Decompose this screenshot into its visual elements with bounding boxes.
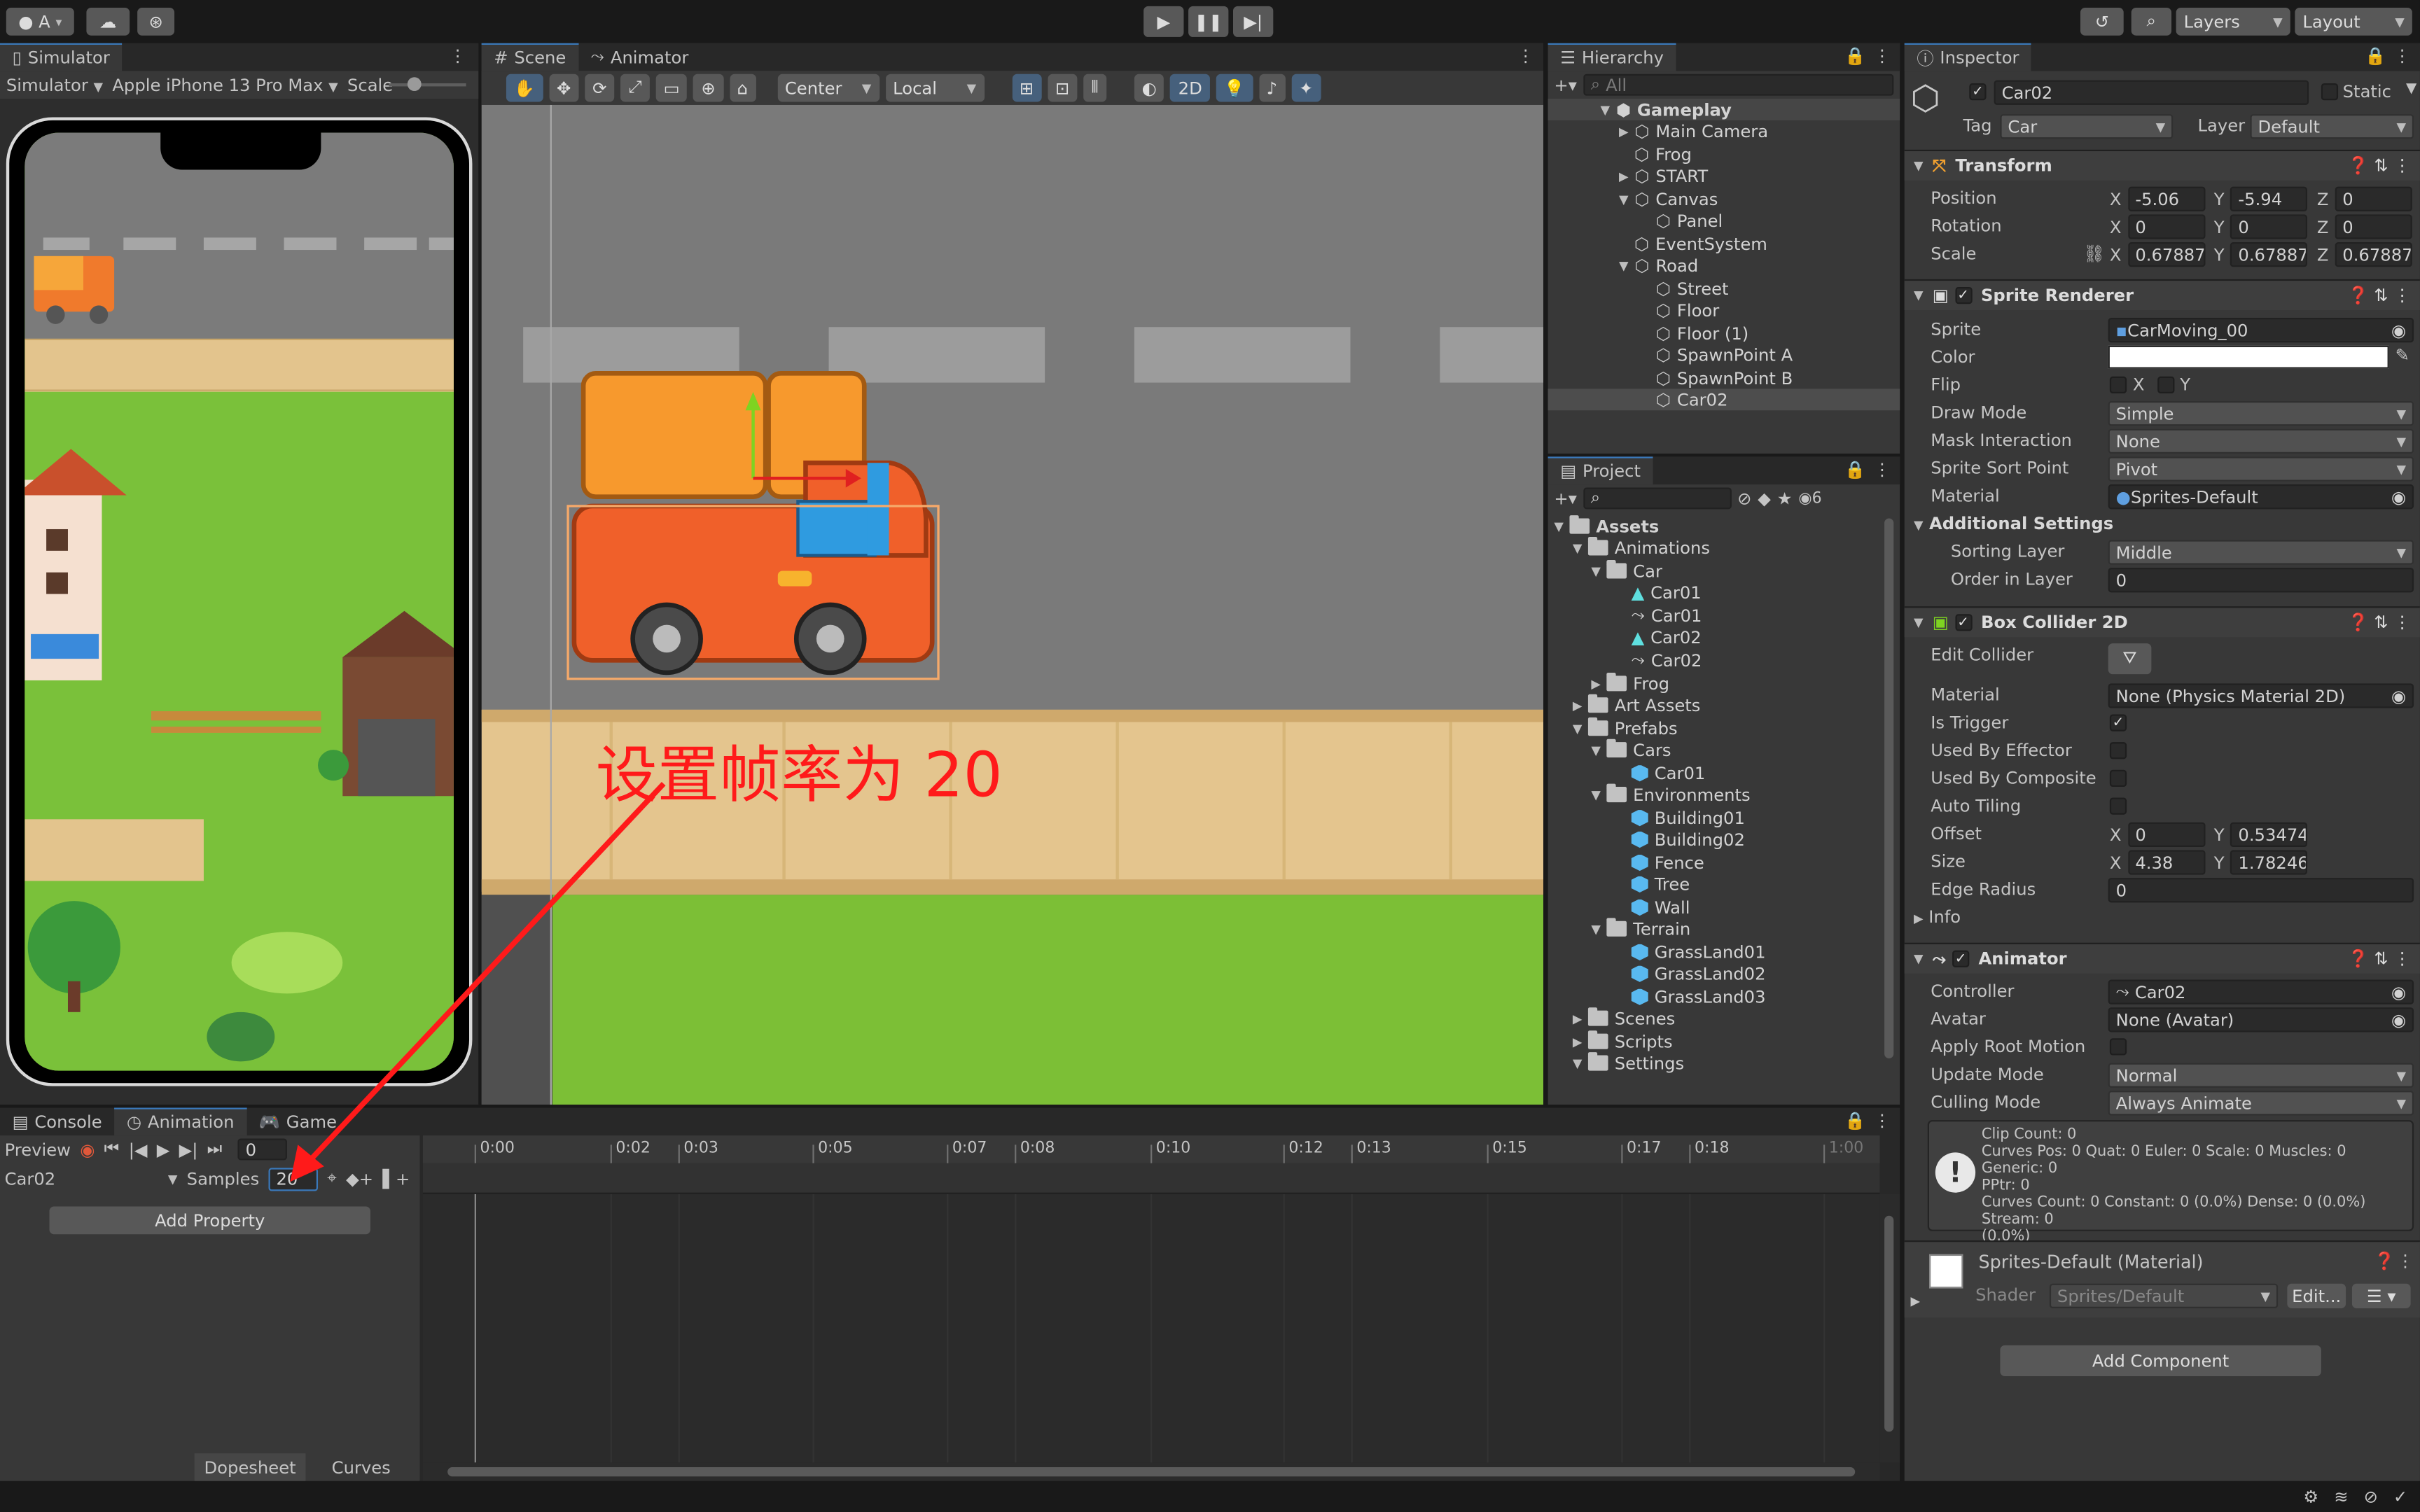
annotation-arrow (290, 781, 666, 1182)
